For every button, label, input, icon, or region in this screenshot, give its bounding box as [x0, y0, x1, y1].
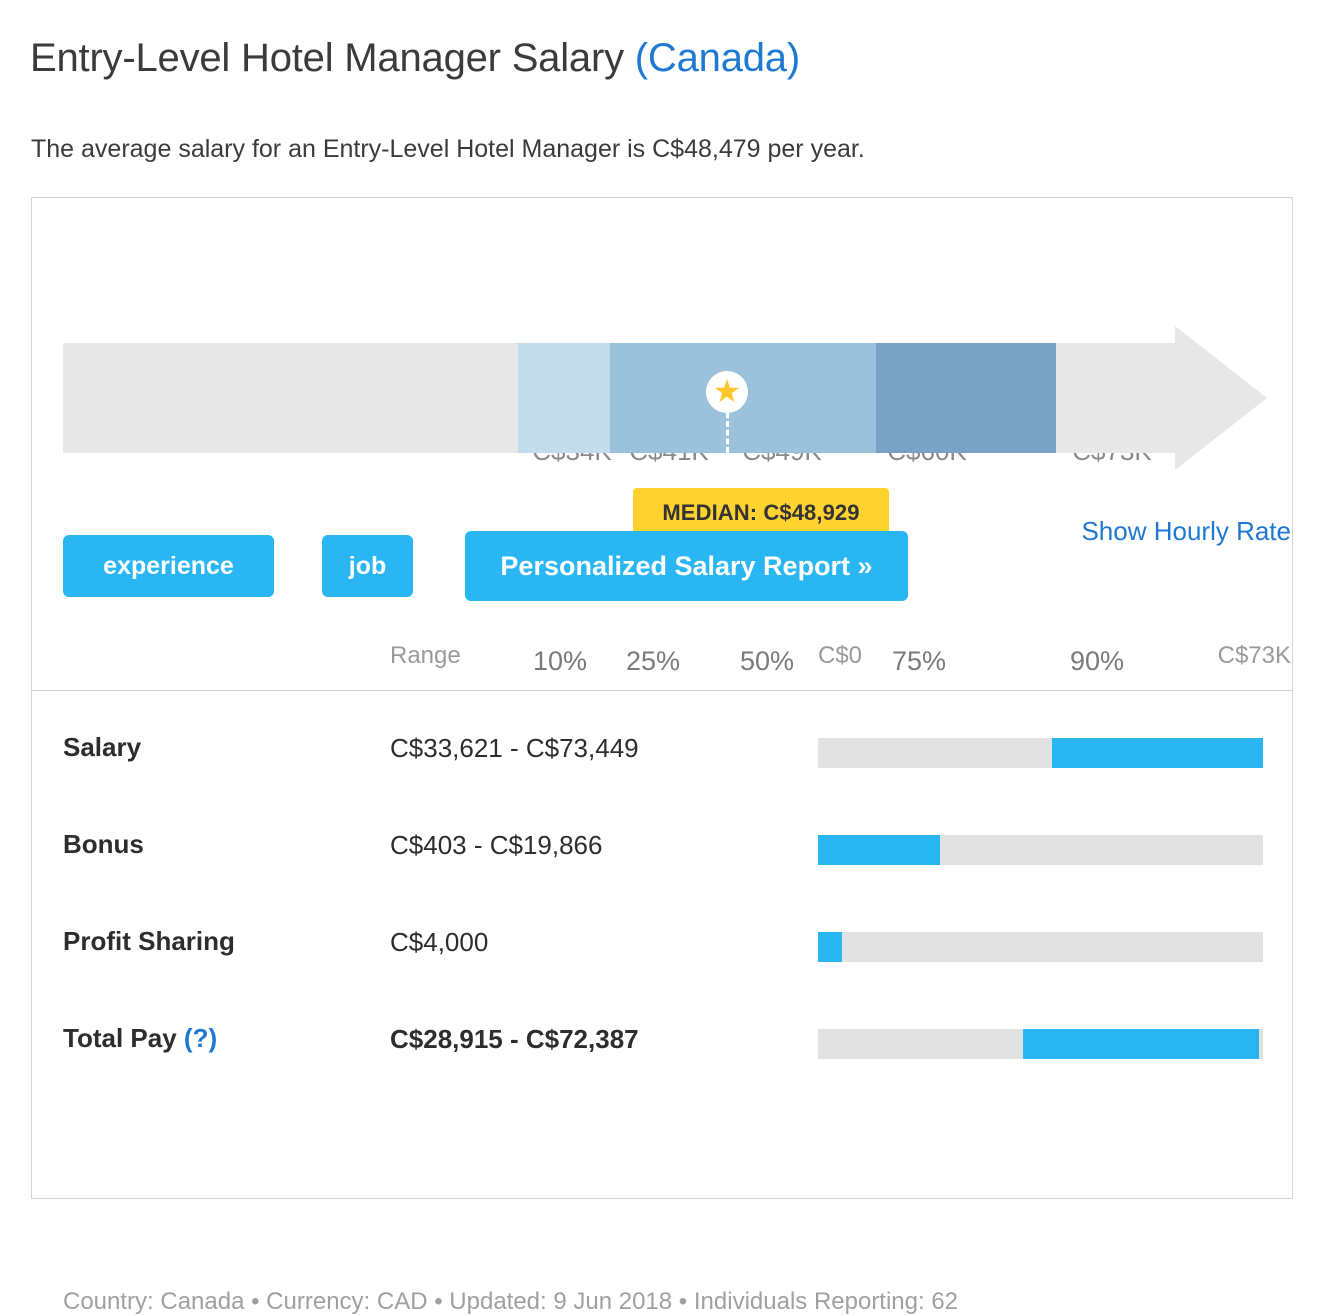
row-bar-fill: [1022, 1029, 1259, 1059]
row-label-bonus: Bonus: [63, 829, 144, 859]
job-button[interactable]: job: [322, 535, 413, 597]
band-10-25: [518, 343, 610, 453]
section-divider: [32, 690, 1292, 691]
column-header-range: Range: [390, 642, 461, 669]
page-title-role: Entry-Level Hotel Manager Salary: [30, 36, 635, 80]
row-label-profit-sharing: Profit Sharing: [63, 926, 235, 956]
percentile-label-90: 90%: [1069, 646, 1125, 676]
row-label-salary: Salary: [63, 732, 142, 762]
column-header-max: C$73K: [1217, 642, 1291, 669]
table-row: Total Pay (?) C$28,915 - C$72,387: [32, 997, 1292, 1094]
percentile-label-50: 50%: [739, 646, 795, 676]
salary-card: C$34K C$41K C$49K C$60K C$73K MEDIAN: C$…: [31, 197, 1293, 1315]
table-row: Salary C$33,621 - C$73,449: [32, 706, 1292, 803]
band-75-90: [876, 343, 1056, 453]
bar-arrow-head-icon: [1175, 326, 1267, 470]
percentile-label-25: 25%: [625, 646, 681, 676]
row-label-total-pay-text: Total Pay: [63, 1023, 177, 1053]
percentile-label-75: 75%: [891, 646, 947, 676]
row-bar-fill: [818, 932, 843, 962]
experience-button[interactable]: experience: [63, 535, 274, 597]
page-title-country: (Canada): [634, 36, 800, 80]
footer-metadata: Country: Canada • Currency: CAD • Update…: [63, 1288, 959, 1315]
percentile-chart: C$34K C$41K C$49K C$60K C$73K MEDIAN: C$…: [32, 198, 1292, 691]
row-bar-profit-sharing: [818, 932, 1263, 962]
show-hourly-rate-link[interactable]: Show Hourly Rate: [1081, 516, 1291, 547]
row-range-profit-sharing: C$4,000: [390, 927, 489, 957]
total-pay-help-icon[interactable]: (?): [184, 1023, 217, 1053]
row-bar-total-pay: [818, 1029, 1263, 1059]
median-callout-label: MEDIAN: C$48,929: [662, 500, 860, 525]
row-bar-fill: [818, 835, 940, 865]
table-row: Profit Sharing C$4,000: [32, 900, 1292, 997]
average-salary-subtitle: The average salary for an Entry-Level Ho…: [31, 135, 865, 163]
row-range-salary: C$33,621 - C$73,449: [390, 733, 639, 763]
page-title: Entry-Level Hotel Manager Salary (Canada…: [30, 36, 800, 81]
row-bar-bonus: [818, 835, 1263, 865]
row-label-total-pay: Total Pay (?): [63, 1023, 217, 1054]
percentile-bar: ★: [63, 326, 1267, 470]
row-range-total-pay: C$28,915 - C$72,387: [390, 1024, 639, 1054]
percentile-label-10: 10%: [532, 646, 588, 676]
percentile-bar-track: ★: [63, 343, 1175, 453]
row-bar-fill: [1051, 738, 1263, 768]
row-range-bonus: C$403 - C$19,866: [390, 830, 603, 860]
table-row: Bonus C$403 - C$19,866: [32, 803, 1292, 900]
row-bar-salary: [818, 738, 1263, 768]
star-icon: ★: [706, 371, 748, 413]
personalized-salary-report-button[interactable]: Personalized Salary Report »: [465, 531, 908, 601]
column-header-min: C$0: [818, 642, 863, 669]
salary-page: Entry-Level Hotel Manager Salary (Canada…: [0, 0, 1324, 1315]
